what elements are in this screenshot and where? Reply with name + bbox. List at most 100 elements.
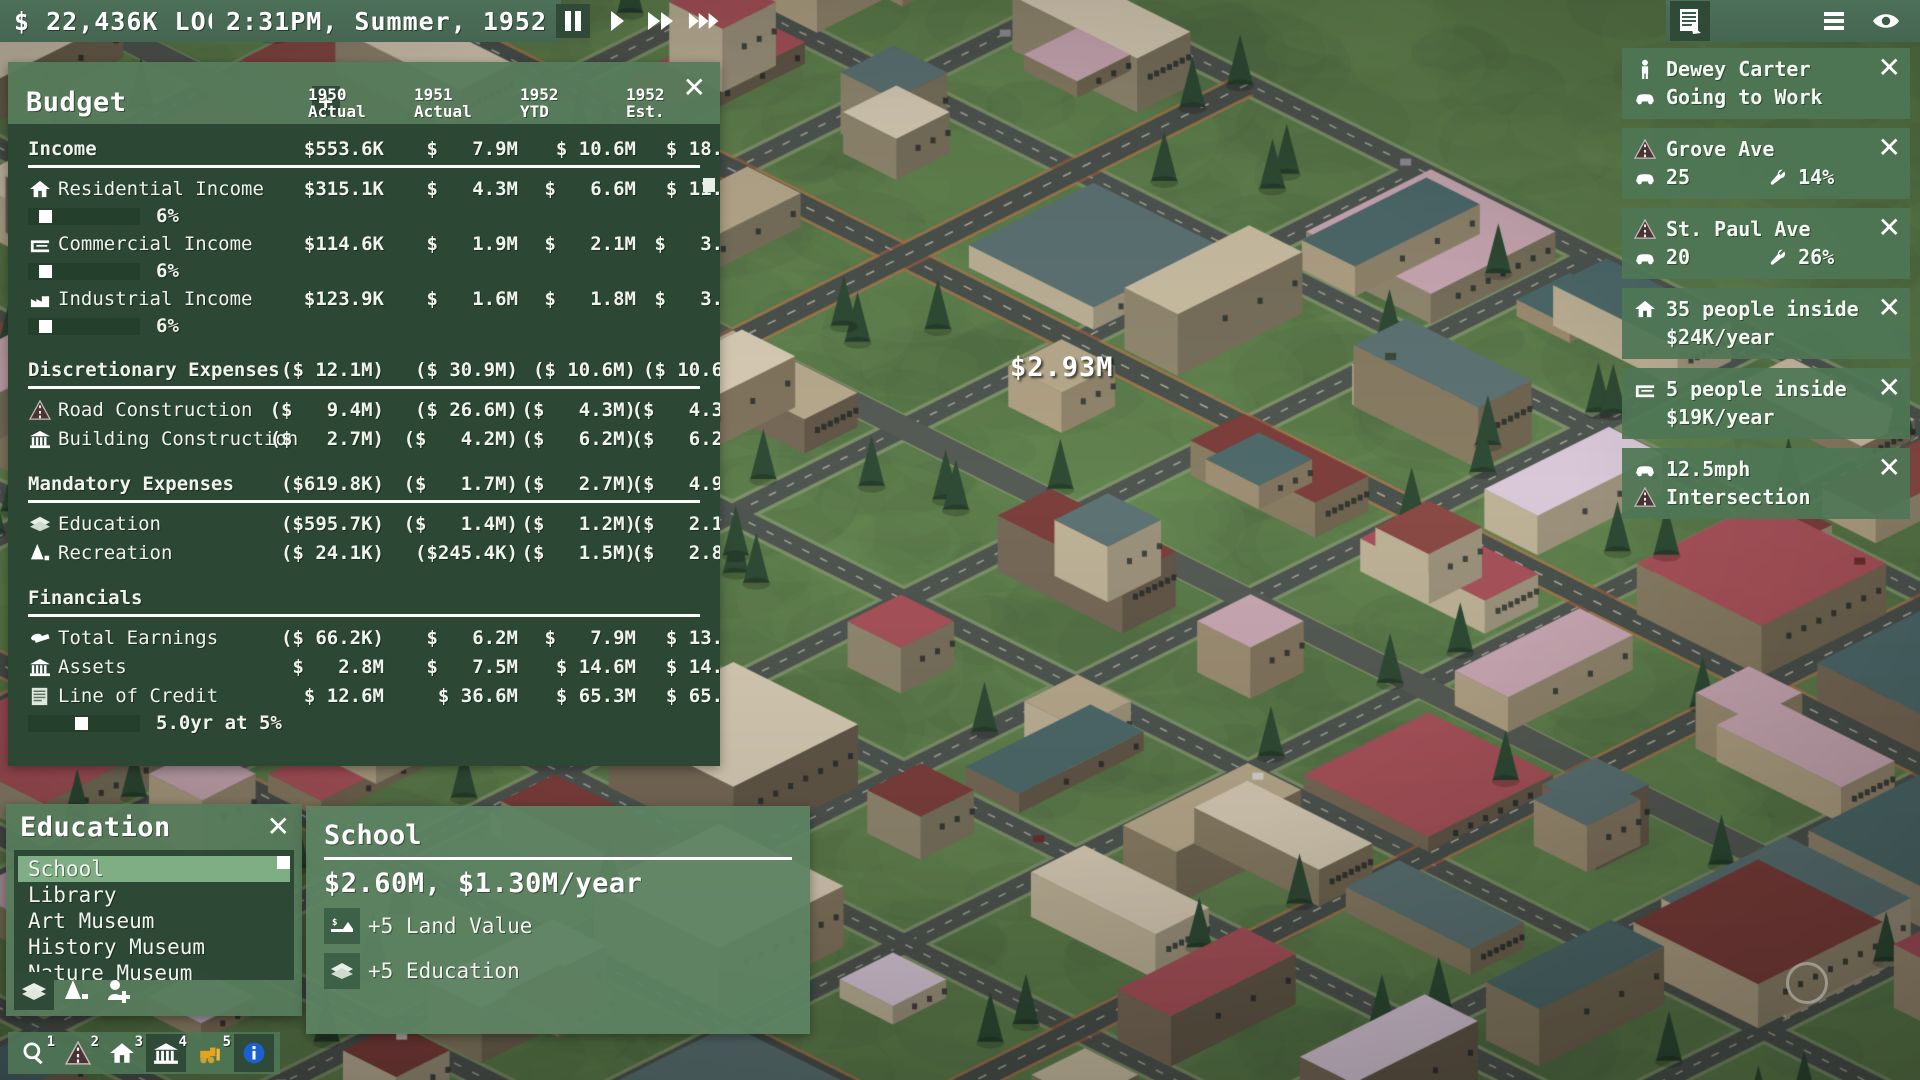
education-panel[interactable]: Education ✕ School Library Art Museum Histo… [6,804,302,1016]
notification-text-secondary: 26% [1798,245,1835,269]
parks-tool-icon[interactable] [56,972,96,1010]
education-scroll-thumb[interactable] [277,856,290,869]
budget-row[interactable]: Industrial Income$123.9K$ 1.6M$ 1.8M$ 3.… [8,284,720,313]
education-list-item[interactable]: History Museum [18,934,290,960]
education-close-button[interactable]: ✕ [267,813,290,841]
budget-slider-track[interactable] [28,714,140,732]
budget-slider-row[interactable]: 6% [8,313,720,339]
info-tool[interactable] [234,1034,274,1072]
budget-slider-knob[interactable] [38,264,52,278]
budget-slider-value: 6% [156,260,179,282]
map-value-label: $2.93M [1010,352,1114,383]
budget-slider-row[interactable]: 5.0yr at 5% [8,710,720,736]
person-icon [1632,57,1658,81]
education-list-item[interactable]: Library [18,882,290,908]
education-list-item[interactable]: Art Museum [18,908,290,934]
budget-section-divider [28,614,700,617]
budget-row[interactable]: Road Construction ($ 9.4M) ($ 26.6M) ($ 4.3… [8,395,720,424]
education-item-list[interactable]: School Library Art Museum History Museum Nat… [14,850,294,980]
budget-close-button[interactable]: ✕ [683,74,706,102]
notification-text: Going to Work [1666,85,1823,109]
budget-slider-value: 5.0yr at 5% [156,712,282,734]
play-button[interactable] [600,4,634,38]
budget-header: Budget + 1950 Actual 1951 Actual 1952 YT… [8,62,720,124]
notification-stack: Dewey Carter Going to Work ✕ Grove Ave 25 14%… [1622,48,1910,528]
search-tool[interactable]: 1 [14,1034,55,1072]
budget-row[interactable]: Education ($595.7K) ($ 1.4M) ($ 1.2M) ($ 2.1… [8,509,720,538]
road-icon [1632,137,1658,161]
eye-icon[interactable] [1866,1,1906,41]
budget-row-values: $ 2.8M$ 7.5M$ 14.6M$ 14.6M [8,652,720,681]
education-tool-icon[interactable] [14,972,54,1010]
speed-controls [548,0,730,42]
zone-tool[interactable]: 3 [102,1034,143,1072]
budget-spacer [8,453,720,469]
notification-text: $19K/year [1666,405,1775,429]
budget-section-values: ($619.8K)($ 1.7M)($ 2.7M)($ 4.9M) [8,469,720,498]
car-icon [1632,165,1658,189]
budget-panel[interactable]: Budget + 1950 Actual 1951 Actual 1952 YT… [8,62,720,766]
budget-row-values: $123.9K$ 1.6M$ 1.8M$ 3.0M [8,284,720,313]
top-right-bar [1666,0,1920,42]
education-list-item[interactable]: School [18,856,290,882]
road-tool[interactable]: 2 [58,1034,99,1072]
tool-hotkey: 3 [134,1034,143,1050]
bulldozer-tool[interactable]: 5 [190,1034,231,1072]
notification-text: St. Paul Ave [1666,217,1811,241]
budget-row[interactable]: Assets$ 2.8M$ 7.5M$ 14.6M$ 14.6M [8,652,720,681]
budget-row[interactable]: Residential Income$315.1K$ 4.3M$ 6.6M$ 1… [8,174,720,203]
notification-card[interactable]: 5 people inside $19K/year ✕ [1622,368,1910,439]
column-header-1: 1951 Actual [414,85,472,121]
notification-card[interactable]: Dewey Carter Going to Work ✕ [1622,48,1910,119]
notification-card[interactable]: St. Paul Ave 20 26% ✕ [1622,208,1910,279]
notification-line: $24K/year [1632,323,1900,351]
notification-text: $24K/year [1666,325,1775,349]
notification-card[interactable]: 35 people inside $24K/year ✕ [1622,288,1910,359]
budget-row[interactable]: Recreation ($ 24.1K) ($245.4K) ($ 1.5M) ($ 2… [8,538,720,567]
pause-button[interactable] [556,4,590,38]
notification-card[interactable]: 12.5mph Intersection ✕ [1622,448,1910,519]
budget-row-values: ($ 9.4M)($ 26.6M)($ 4.3M)($ 4.3M) [8,395,720,424]
notification-text: 5 people inside [1666,377,1847,401]
menu-icon[interactable] [1814,1,1854,41]
budget-slider-knob[interactable] [38,319,52,333]
budget-slider-knob[interactable] [74,716,88,730]
budget-slider-value: 6% [156,315,179,337]
budget-slider-track[interactable] [28,317,140,335]
notification-card[interactable]: Grove Ave 25 14% ✕ [1622,128,1910,199]
budget-spacer [8,567,720,583]
budget-slider-knob[interactable] [38,209,52,223]
budget-slider-track[interactable] [28,207,140,225]
road-icon [1632,217,1658,241]
notification-close-button[interactable]: ✕ [1878,214,1901,242]
budget-row[interactable]: Building Construction ($ 2.7M) ($ 4.2M) ($ … [8,424,720,453]
house-icon [1632,297,1658,321]
fast-forward-button[interactable] [644,4,678,38]
column-header-2: 1952 YTD [520,85,559,121]
fastest-button[interactable] [688,4,722,38]
budget-section-heading: Mandatory Expenses ($619.8K) ($ 1.7M) ($ 2.… [8,469,720,498]
budget-row[interactable]: Commercial Income$114.6K$ 1.9M$ 2.1M$ 3.… [8,229,720,258]
budget-row[interactable]: Total Earnings($ 66.2K)$ 6.2M$ 7.9M$ 13.… [8,623,720,652]
notification-close-button[interactable]: ✕ [1878,374,1901,402]
notification-close-button[interactable]: ✕ [1878,454,1901,482]
notification-text-secondary: 14% [1798,165,1835,189]
budget-section-divider [28,500,700,503]
budget-slider-row[interactable]: 6% [8,258,720,284]
notification-close-button[interactable]: ✕ [1878,134,1901,162]
budget-scrollbar[interactable] [703,134,715,764]
education-header: Education ✕ [6,804,302,850]
services-tool-icon[interactable] [98,972,138,1010]
civic-tool[interactable]: 4 [146,1034,187,1072]
notification-close-button[interactable]: ✕ [1878,294,1901,322]
budget-row[interactable]: Line of Credit$ 12.6M$ 36.6M$ 65.3M$ 65.… [8,681,720,710]
school-info-panel[interactable]: School $2.60M, $1.30M/year $ +5 Land Valu… [306,806,810,1034]
notification-line: 12.5mph [1632,455,1900,483]
budget-slider-row[interactable]: 6% [8,203,720,229]
notification-close-button[interactable]: ✕ [1878,54,1901,82]
budget-slider-track[interactable] [28,262,140,280]
notification-line: Intersection [1632,483,1900,511]
budget-scroll-thumb[interactable] [703,178,715,192]
report-icon[interactable] [1670,1,1710,41]
road-icon [1632,485,1658,509]
